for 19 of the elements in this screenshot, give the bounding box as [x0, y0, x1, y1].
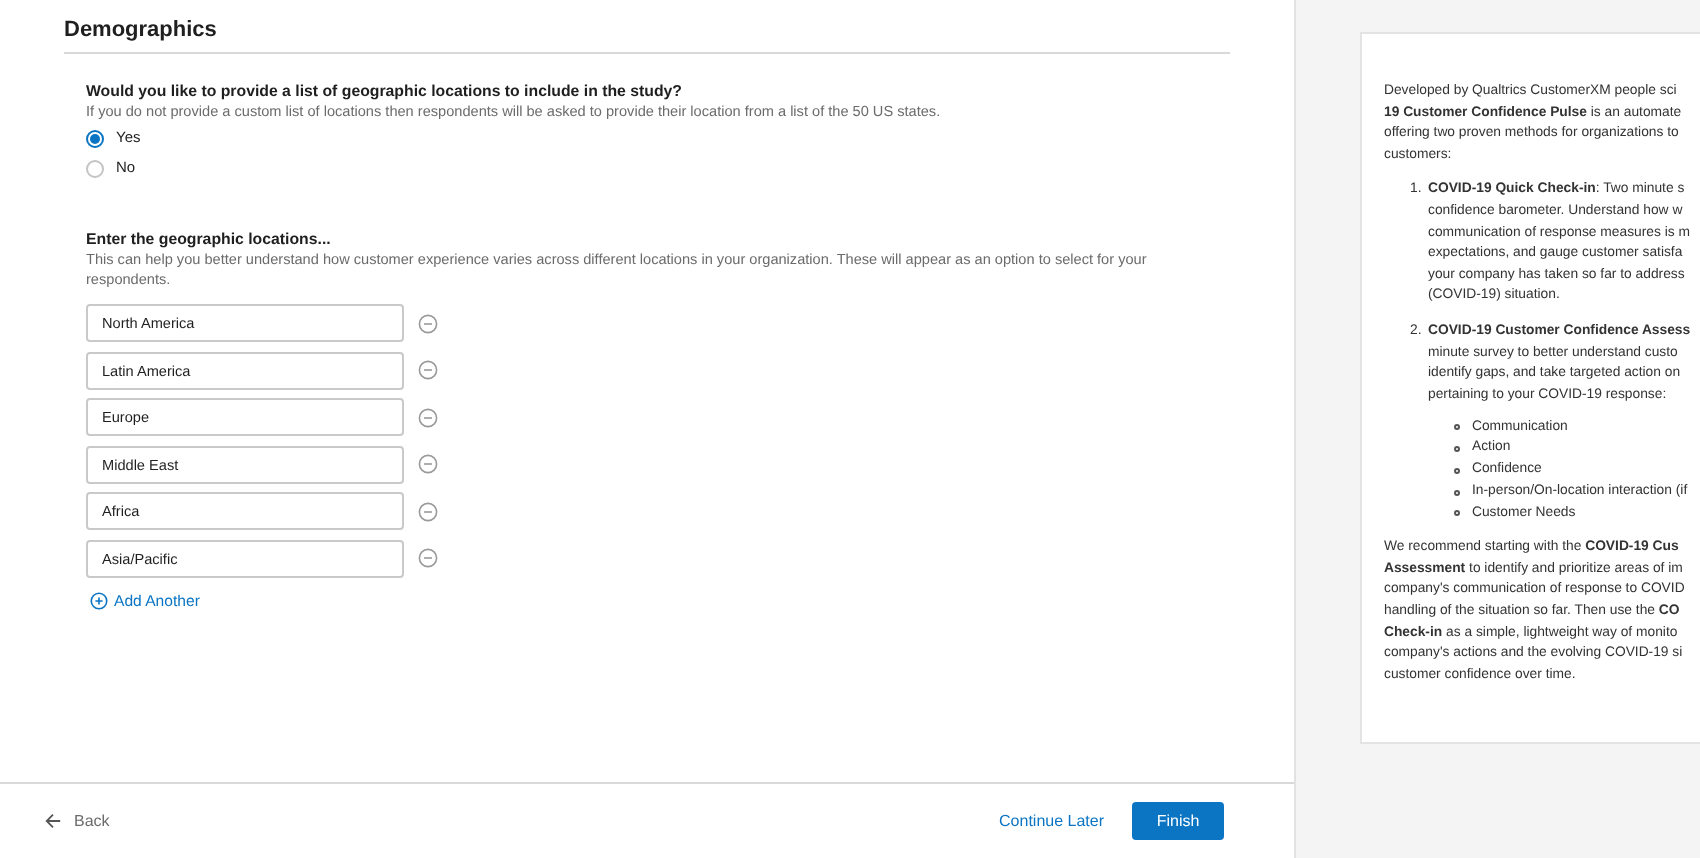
page-title: Demographics — [64, 16, 219, 44]
arrow-left-icon — [44, 812, 62, 830]
bullet-icon — [1454, 467, 1460, 474]
remove-icon[interactable] — [418, 548, 438, 568]
remove-icon[interactable] — [418, 454, 438, 474]
remove-icon[interactable] — [418, 407, 438, 427]
radio-button[interactable] — [86, 129, 104, 147]
remove-icon[interactable] — [418, 501, 438, 521]
radio-button[interactable] — [86, 159, 104, 177]
continue-later-button[interactable]: Continue Later — [999, 809, 1104, 833]
plus-circle-icon — [90, 591, 108, 610]
bullet-icon — [1454, 424, 1460, 431]
remove-icon[interactable] — [418, 360, 438, 380]
remove-icon[interactable] — [418, 313, 438, 333]
back-button[interactable]: Back — [44, 809, 110, 833]
bullet-icon — [1454, 446, 1460, 452]
bullet-icon — [1454, 489, 1460, 496]
bullet-icon — [1454, 510, 1460, 517]
finish-button[interactable]: Finish — [1132, 802, 1224, 840]
